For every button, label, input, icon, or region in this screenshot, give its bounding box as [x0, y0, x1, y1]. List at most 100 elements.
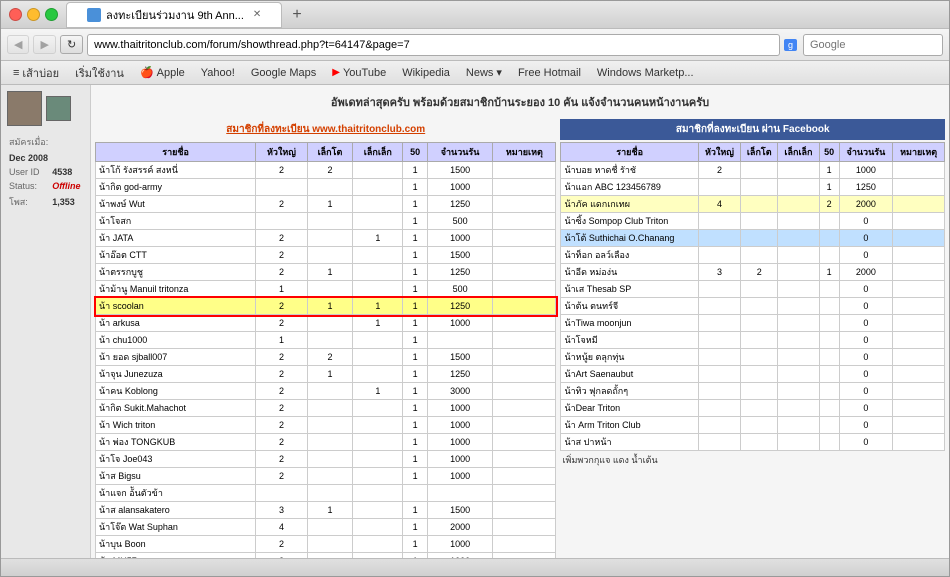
- close-button[interactable]: [9, 8, 22, 21]
- cell-50: 2: [819, 196, 839, 213]
- table-row: น้าส Bigsu 2 1 1000: [96, 468, 556, 485]
- cell-note: [493, 162, 556, 179]
- cell-50: [819, 332, 839, 349]
- table-row: น้า ยอด sjball007 2 2 1 1500: [96, 349, 556, 366]
- footer-note: เพิ่มพวกกุแจ แดง น้ำเต้น: [560, 451, 945, 469]
- col-ms-left: เล็กเล็ก: [353, 143, 403, 162]
- cell-ms: [353, 468, 403, 485]
- bookmark-saoboi[interactable]: ≡ เส้าบ่อย: [7, 62, 65, 84]
- cell-ml: [741, 434, 778, 451]
- col-note-left: หมายเหตุ: [493, 143, 556, 162]
- cell-ml: [741, 281, 778, 298]
- cell-h: 2: [256, 264, 308, 281]
- cell-note: [893, 400, 945, 417]
- cell-note: [893, 179, 945, 196]
- avatar-section: [7, 91, 84, 126]
- col-h-right: หัวใหญ่: [698, 143, 740, 162]
- table-row: น้าพงษ์ Wut 2 1 1 1250: [96, 196, 556, 213]
- cell-ms: [778, 281, 819, 298]
- col-total-right: จำนวนรัน: [839, 143, 893, 162]
- cell-note: [893, 213, 945, 230]
- right-section-header: สมาชิกที่ลงทะเบียน ผ่าน Facebook: [560, 119, 945, 140]
- bookmark-yahoo[interactable]: Yahoo!: [195, 65, 241, 81]
- cell-ml: [741, 417, 778, 434]
- tab-close-icon[interactable]: ✕: [253, 9, 261, 20]
- cell-total: 3000: [427, 383, 492, 400]
- table-row: น้า Arm Triton Club 0: [561, 417, 945, 434]
- cell-name: น้า JATA: [96, 230, 256, 247]
- cell-note: [493, 281, 556, 298]
- back-button[interactable]: ◀: [7, 35, 29, 54]
- cell-total: 2000: [839, 264, 893, 281]
- bookmark-wikipedia[interactable]: Wikipedia: [396, 65, 456, 81]
- cell-ml: 1: [307, 366, 352, 383]
- cell-h: [698, 315, 740, 332]
- cell-50: 1: [403, 196, 427, 213]
- table-row: น้ากิต god-army 1 1000: [96, 179, 556, 196]
- table-row: น้าจุน Junezuza 2 1 1 1250: [96, 366, 556, 383]
- google-badge: g: [784, 39, 797, 51]
- cell-name: น้าอีด หม่อง่น: [561, 264, 698, 281]
- cell-ms: [778, 315, 819, 332]
- col-ml-right: เล็กโต: [741, 143, 778, 162]
- browser-tab[interactable]: ลงทะเบียนร่วมงาน 9th Ann... ✕: [66, 2, 282, 28]
- cell-ml: [741, 315, 778, 332]
- cell-ms: [778, 349, 819, 366]
- refresh-button[interactable]: ↻: [60, 35, 83, 54]
- cell-note: [493, 468, 556, 485]
- bookmark-start[interactable]: เริ่มใช้งาน: [69, 62, 130, 84]
- status-value: Offline: [52, 180, 82, 192]
- table-row: น้าโจ๊ต Wat Suphan 4 1 2000: [96, 519, 556, 536]
- cell-h: 4: [256, 519, 308, 536]
- cell-ms: [353, 332, 403, 349]
- cell-h: 2: [256, 383, 308, 400]
- table-row: น้าม้านู Manuil tritonza 1 1 500: [96, 281, 556, 298]
- bookmark-googlemaps[interactable]: Google Maps: [245, 65, 322, 81]
- cell-ms: [353, 536, 403, 553]
- table-row: น้ากิต Sukit.Mahachot 2 1 1000: [96, 400, 556, 417]
- status-bar: [1, 558, 949, 576]
- posts-value: 1,353: [52, 194, 82, 210]
- table-row: น้าคน Koblong 2 1 1 3000: [96, 383, 556, 400]
- cell-ml: [307, 536, 352, 553]
- minimize-button[interactable]: [27, 8, 40, 21]
- cell-total: 0: [839, 247, 893, 264]
- forward-button[interactable]: ▶: [33, 35, 55, 54]
- table-row: น้าซิ้ง Sompop Club Triton 0: [561, 213, 945, 230]
- col-note-right: หมายเหตุ: [893, 143, 945, 162]
- cell-ml: [307, 434, 352, 451]
- cell-ml: 1: [307, 264, 352, 281]
- bookmark-news[interactable]: News ▾: [460, 64, 508, 81]
- table-row: น้าโต้ Suthichai O.Chanang 0: [561, 230, 945, 247]
- bookmark-windows[interactable]: Windows Marketp...: [591, 65, 700, 81]
- cell-h: 2: [256, 451, 308, 468]
- address-bar[interactable]: [87, 34, 780, 56]
- cell-ms: [778, 298, 819, 315]
- cell-h: 3: [256, 502, 308, 519]
- search-input[interactable]: [803, 34, 943, 56]
- cell-name: น้าบอย หาดชื่ รัาชั: [561, 162, 698, 179]
- cell-total: 1000: [427, 230, 492, 247]
- cell-name: น้าคน Koblong: [96, 383, 256, 400]
- new-tab-button[interactable]: +: [286, 6, 307, 24]
- columns-wrapper: สมาชิกที่ลงทะเบียน www.thaitritonclub.co…: [95, 119, 945, 558]
- table-row: น้า chu1000 1 1: [96, 332, 556, 349]
- cell-note: [493, 230, 556, 247]
- cell-ms: [778, 196, 819, 213]
- content-area: สมัครเมื่อ: Dec 2008 User ID 4538 Status…: [1, 85, 949, 558]
- cell-total: 2000: [839, 196, 893, 213]
- bookmark-hotmail[interactable]: Free Hotmail: [512, 65, 587, 81]
- cell-note: [893, 247, 945, 264]
- bookmark-apple[interactable]: 🍎 Apple: [134, 64, 191, 81]
- cell-total: [427, 485, 492, 502]
- cell-note: [893, 264, 945, 281]
- cell-ml: [741, 196, 778, 213]
- cell-h: 2: [256, 230, 308, 247]
- col-50-right: 50: [819, 143, 839, 162]
- cell-total: 1250: [839, 179, 893, 196]
- bookmark-youtube[interactable]: ▶ YouTube: [326, 65, 392, 81]
- cell-note: [493, 502, 556, 519]
- col-name-left: รายชื่อ: [96, 143, 256, 162]
- maximize-button[interactable]: [45, 8, 58, 21]
- joined-label: สมัครเมื่อ:: [9, 134, 50, 150]
